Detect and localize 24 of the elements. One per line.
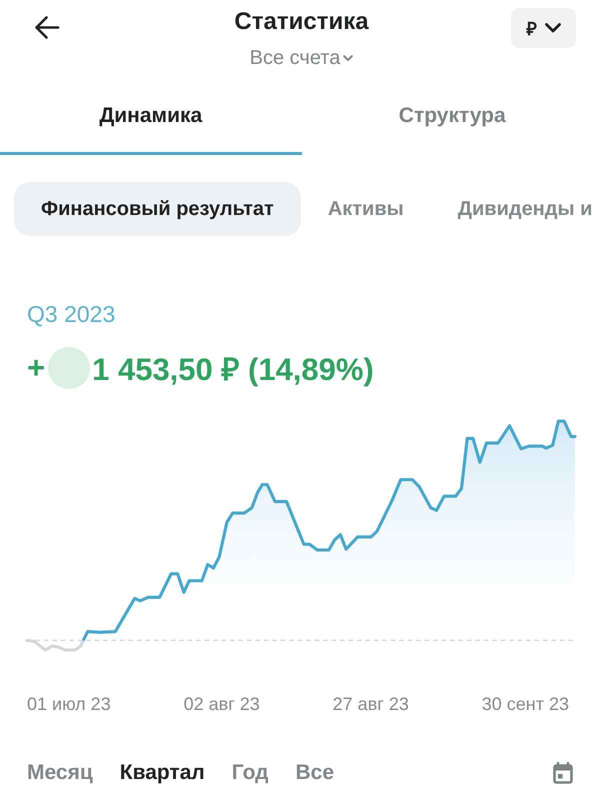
tab[interactable]: Динамика xyxy=(0,86,302,155)
filter-chip[interactable]: Активы xyxy=(300,182,431,236)
change-amount: 1 453,50 ₽ (14,89%) xyxy=(92,351,374,389)
axis-label: 30 сент 23 xyxy=(482,693,569,716)
currency-button[interactable]: ₽ xyxy=(511,8,576,48)
period-tab[interactable]: Год xyxy=(232,759,268,787)
tab[interactable]: Структура xyxy=(302,86,603,155)
chevron-down-icon xyxy=(544,23,560,33)
period-label: Q3 2023 xyxy=(27,300,116,328)
change-sign: + xyxy=(27,350,46,386)
filter-chip[interactable]: Финансовый результат xyxy=(14,182,301,236)
negative-line-segment xyxy=(25,638,86,652)
axis-label: 02 авг 23 xyxy=(184,693,260,716)
period-tab[interactable]: Квартал xyxy=(120,759,205,787)
back-arrow-icon[interactable] xyxy=(34,15,60,40)
chevron-down-icon xyxy=(343,54,354,62)
axis-label: 01 июл 23 xyxy=(27,693,111,716)
filter-chip[interactable]: Дивиденды и xyxy=(430,182,592,236)
calendar-icon[interactable] xyxy=(553,762,573,784)
period-tab[interactable]: Все xyxy=(295,759,334,787)
period-tab[interactable]: Месяц xyxy=(27,759,93,787)
account-selector[interactable]: Все счета xyxy=(250,44,354,72)
page-title: Статистика xyxy=(234,7,369,37)
axis-label: 27 авг 23 xyxy=(332,693,409,716)
